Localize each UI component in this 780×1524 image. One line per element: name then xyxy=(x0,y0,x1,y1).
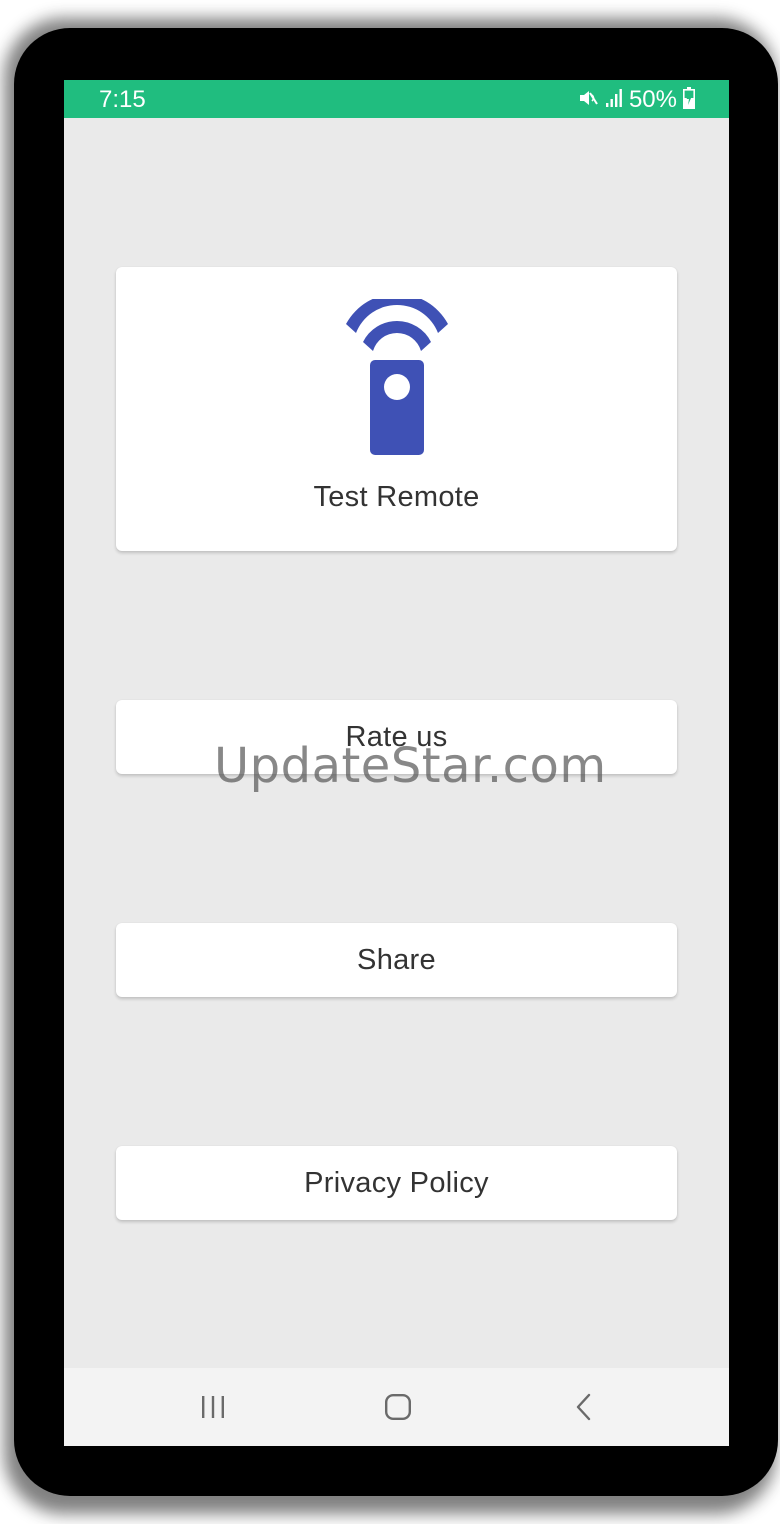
privacy-policy-button[interactable]: Privacy Policy xyxy=(116,1146,677,1220)
rate-us-button[interactable]: Rate us xyxy=(116,700,677,774)
test-remote-label: Test Remote xyxy=(313,481,480,513)
status-icons: 50% xyxy=(577,86,695,114)
home-button[interactable] xyxy=(368,1384,428,1430)
recent-apps-button[interactable] xyxy=(183,1384,243,1430)
signal-icon xyxy=(605,88,623,113)
status-time: 7:15 xyxy=(99,86,146,113)
test-remote-button[interactable]: Test Remote xyxy=(116,267,677,551)
rate-us-label: Rate us xyxy=(345,720,448,753)
phone-screen: 7:15 50% Test Remote Rate us Share Priva… xyxy=(64,80,729,1446)
battery-charging-icon xyxy=(683,86,695,114)
share-button[interactable]: Share xyxy=(116,923,677,997)
privacy-policy-label: Privacy Policy xyxy=(304,1166,489,1199)
home-icon xyxy=(385,1394,412,1421)
recent-apps-icon xyxy=(202,1396,224,1418)
status-bar: 7:15 50% xyxy=(64,80,729,118)
navigation-bar xyxy=(64,1368,729,1446)
battery-percent: 50% xyxy=(628,86,677,113)
remote-control-icon xyxy=(345,299,448,455)
mute-icon xyxy=(577,87,599,114)
back-icon xyxy=(576,1393,591,1421)
share-label: Share xyxy=(357,943,436,976)
back-button[interactable] xyxy=(554,1384,614,1430)
